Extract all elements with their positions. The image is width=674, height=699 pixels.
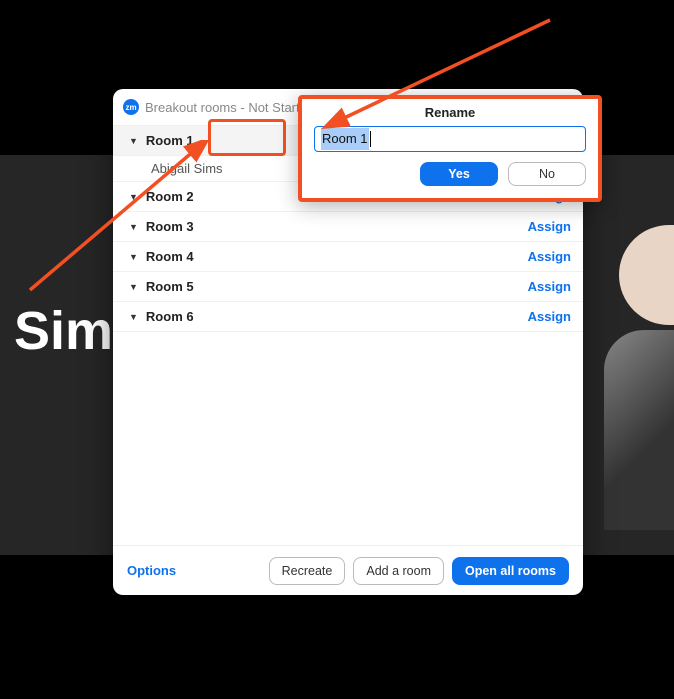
rename-input-value: Room 1 [321,128,369,150]
chevron-down-icon[interactable]: ▼ [129,222,138,232]
chevron-down-icon[interactable]: ▼ [129,312,138,322]
add-room-button[interactable]: Add a room [353,557,444,585]
options-link[interactable]: Options [127,563,261,578]
rename-actions: Yes No [314,162,586,186]
chevron-down-icon[interactable]: ▼ [129,136,138,146]
rename-input[interactable]: Room 1 [314,126,586,152]
rename-popup: Rename Room 1 Yes No [298,95,602,202]
assign-link[interactable]: Assign [528,279,571,294]
room-row-6[interactable]: ▼ Room 6 Assign [113,302,583,332]
assign-link[interactable]: Assign [528,219,571,234]
open-all-rooms-button[interactable]: Open all rooms [452,557,569,585]
rename-popup-title: Rename [314,105,586,120]
assign-link[interactable]: Assign [528,309,571,324]
text-cursor [370,131,371,147]
dialog-footer: Options Recreate Add a room Open all roo… [113,545,583,595]
assign-link[interactable]: Assign [528,249,571,264]
room-name: Room 3 [146,219,528,234]
background-person [604,330,674,530]
room-name: Room 4 [146,249,528,264]
recreate-button[interactable]: Recreate [269,557,346,585]
yes-button[interactable]: Yes [420,162,498,186]
room-name: Room 6 [146,309,528,324]
room-name: Room 5 [146,279,528,294]
dialog-title: Breakout rooms - Not Started [145,100,314,115]
no-button[interactable]: No [508,162,586,186]
chevron-down-icon[interactable]: ▼ [129,192,138,202]
room-row-3[interactable]: ▼ Room 3 Assign [113,212,583,242]
chevron-down-icon[interactable]: ▼ [129,252,138,262]
room-row-5[interactable]: ▼ Room 5 Assign [113,272,583,302]
participant-name: Abigail Sims [151,161,223,176]
background-text: Sim [14,300,113,362]
room-row-4[interactable]: ▼ Room 4 Assign [113,242,583,272]
chevron-down-icon[interactable]: ▼ [129,282,138,292]
zoom-app-icon: zm [123,99,139,115]
